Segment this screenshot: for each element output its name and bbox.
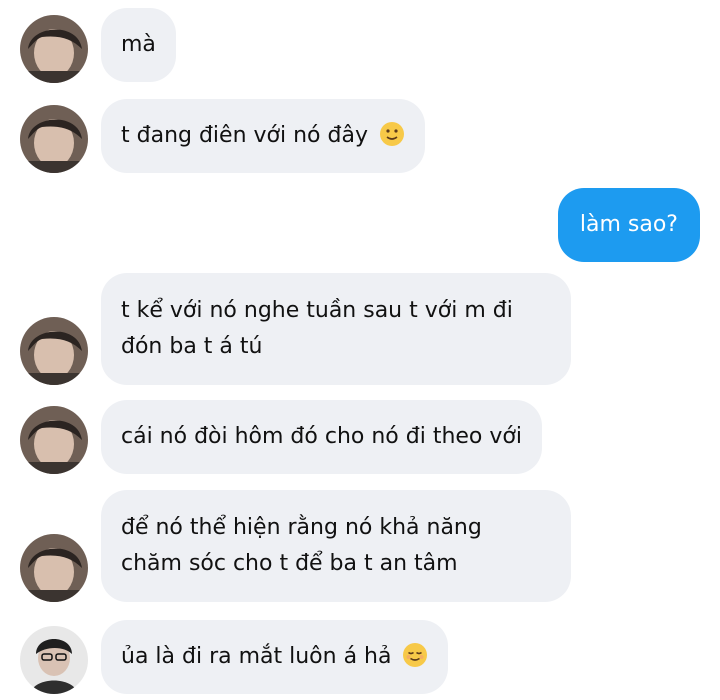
contact-avatar[interactable] [20,317,88,385]
contact-avatar[interactable] [20,534,88,602]
incoming-message-bubble[interactable]: ủa là đi ra mắt luôn á hả [101,620,449,694]
relieved-face-icon [402,642,428,668]
message-text: đón ba t á tú [121,334,263,359]
incoming-message-bubble[interactable]: t đang điên với nó đây [101,99,425,173]
incoming-message-bubble[interactable]: cái nó đòi hôm đó cho nó đi theo với [101,400,542,474]
contact-avatar[interactable] [20,15,88,83]
message-line: ủa là đi ra mắt luôn á hả [121,639,428,675]
slightly-smiling-face-icon [379,121,405,147]
incoming-message-bubble[interactable]: mà [101,8,176,82]
message-text: t kể với nó nghe tuần sau t với m đi [121,298,513,323]
message-text: t đang điên với nó đây [121,123,368,148]
incoming-message-bubble[interactable]: t kể với nó nghe tuần sau t với m đi đón… [101,273,571,385]
message-line: t đang điên với nó đây [121,118,405,154]
contact-avatar[interactable] [20,105,88,173]
message-text: mà [121,32,156,57]
message-text: để nó thể hiện rằng nó khả năng [121,515,482,540]
contact-avatar[interactable] [20,626,88,694]
outgoing-message-bubble[interactable]: làm sao? [557,188,700,262]
incoming-message-bubble[interactable]: để nó thể hiện rằng nó khả năng chăm sóc… [101,490,571,602]
message-text: làm sao? [579,212,678,237]
contact-avatar[interactable] [20,406,88,474]
message-text: chăm sóc cho t để ba t an tâm [121,551,458,576]
message-text: ủa là đi ra mắt luôn á hả [121,644,392,669]
message-text: cái nó đòi hôm đó cho nó đi theo với [121,424,522,449]
